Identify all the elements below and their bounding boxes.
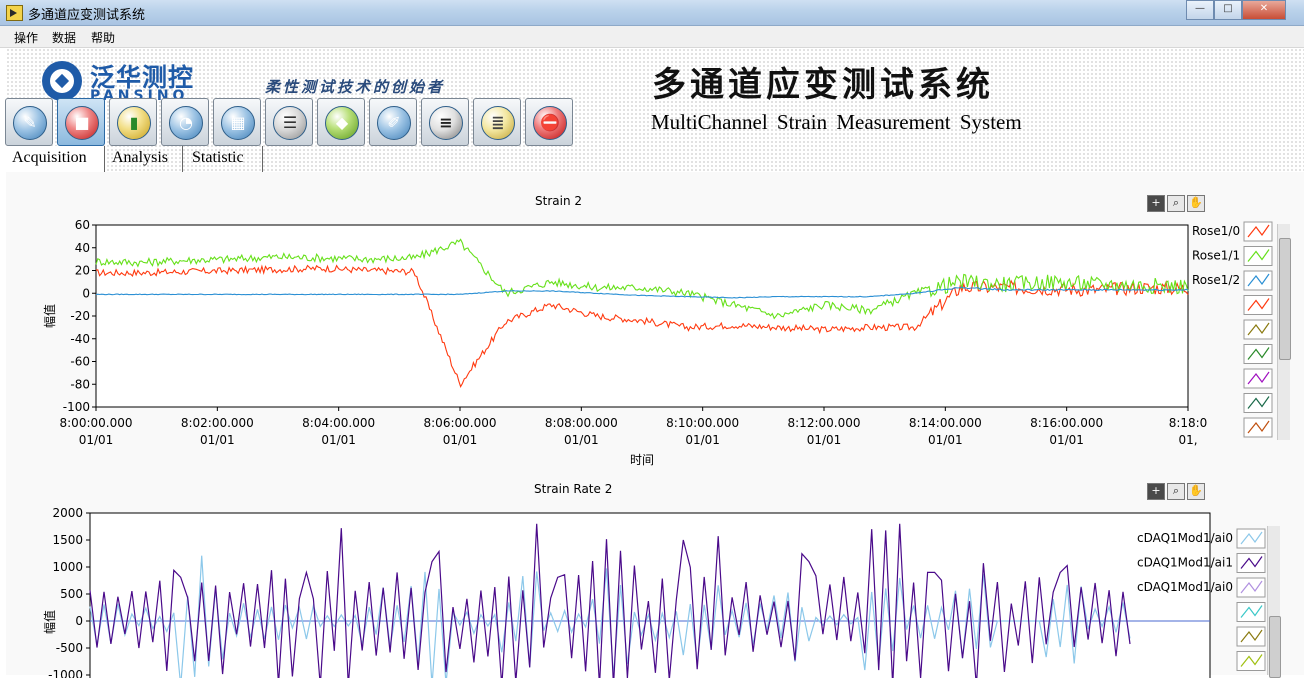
chart1-ytick-label: 60 <box>75 218 90 232</box>
chart2-legend-swatch <box>1236 528 1266 549</box>
chart2-ytick-label: 1500 <box>52 533 83 547</box>
chart2-ytick-label: 0 <box>75 614 83 628</box>
chart1-ytick-label: -20 <box>70 309 90 323</box>
chart1-legend-label: Rose1/1 <box>1192 249 1240 263</box>
legend2-scrollbar[interactable] <box>1267 526 1281 678</box>
chart1-ytick-label: -100 <box>63 400 90 414</box>
chart1-legend-swatch <box>1243 295 1273 315</box>
chart1-legend-swatch <box>1243 270 1273 291</box>
chart1-xtick-date: 01/01 <box>200 433 235 447</box>
chart1-xtick-label: 8:10:00.000 <box>666 416 739 430</box>
chart1-legend-label: Rose1/2 <box>1192 273 1240 287</box>
chart1-ytick-label: -60 <box>70 355 90 369</box>
chart2-ytick-label: 2000 <box>52 506 83 520</box>
chart1-legend-swatch <box>1243 221 1273 242</box>
chart1-xtick-date: 01/01 <box>1049 433 1084 447</box>
chart1-legend-swatch <box>1243 417 1273 438</box>
chart2-legend-swatch <box>1236 651 1266 671</box>
chart2-legend-swatch <box>1236 626 1266 647</box>
chart1-xtick-label: 8:12:00.000 <box>788 416 861 430</box>
chart1-xtick-label: 8:06:00.000 <box>424 416 497 430</box>
chart1-xtick-date: 01/01 <box>79 433 114 447</box>
chart2-ytick-label: -1000 <box>48 668 83 678</box>
chart1-ytick-label: -40 <box>70 332 90 346</box>
chart1-plot-area <box>95 224 1189 408</box>
chart1-xtick-date: 01/01 <box>807 433 842 447</box>
chart2-legend-label: cDAQ1Mod1/ai0 <box>1137 580 1233 594</box>
chart2-legend-swatch <box>1236 553 1266 573</box>
chart1-xtick-date: 01, <box>1178 433 1197 447</box>
chart1-legend-label: Rose1/0 <box>1192 224 1240 238</box>
charts-canvas: 60 40 20 0 -20 -40 -60 -80 -100 8:00:00.000 01/01 8… <box>42 218 1273 678</box>
chart1-xtick-label: 8:08:00.000 <box>545 416 618 430</box>
chart1-ytick-label: 0 <box>82 286 90 300</box>
chart1-xtick-label: 8:04:00.000 <box>302 416 375 430</box>
chart1-ytick-label: -80 <box>70 377 90 391</box>
chart1-xtick-date: 01/01 <box>685 433 720 447</box>
chart1-legend-swatch <box>1243 246 1273 266</box>
chart2-legend-swatch <box>1236 602 1266 622</box>
legend2-scroll-thumb[interactable] <box>1269 616 1281 678</box>
chart1-xtick-date: 01/01 <box>321 433 356 447</box>
chart1-xtick-label: 8:14:00.000 <box>909 416 982 430</box>
chart2-ytick-label: -500 <box>56 641 83 655</box>
chart1-xtick-date: 01/01 <box>443 433 478 447</box>
chart1-xtick-date: 01/01 <box>928 433 963 447</box>
chart2-ylabel: 幅值 <box>42 610 57 634</box>
chart2-legend-label: cDAQ1Mod1/ai1 <box>1137 556 1233 570</box>
chart1-ytick-label: 20 <box>75 264 90 278</box>
chart1-legend-swatch <box>1243 393 1273 413</box>
chart2-ytick-label: 1000 <box>52 560 83 574</box>
chart1-xtick-label: 8:02:00.000 <box>181 416 254 430</box>
legend1-scrollbar[interactable] <box>1277 224 1291 440</box>
chart1-xtick-label: 8:00:00.000 <box>60 416 133 430</box>
chart2-plot-area <box>89 512 1211 678</box>
chart1-xtick-date: 01/01 <box>564 433 599 447</box>
chart2-legend-label: cDAQ1Mod1/ai0 <box>1137 531 1233 545</box>
chart1-xlabel: 时间 <box>630 453 654 467</box>
chart1-legend-swatch <box>1243 344 1273 364</box>
chart2-ytick-label: 500 <box>60 587 83 601</box>
chart1-ytick-label: 40 <box>75 241 90 255</box>
chart2-legend-swatch <box>1236 577 1266 598</box>
chart1-xtick-label: 8:16:00.000 <box>1030 416 1103 430</box>
chart1-legend-swatch <box>1243 319 1273 340</box>
chart1-legend-swatch <box>1243 368 1273 389</box>
chart1-ylabel: 幅值 <box>42 304 57 328</box>
chart1-xtick-label: 8:18:0 <box>1169 416 1208 430</box>
legend1-scroll-thumb[interactable] <box>1279 238 1291 360</box>
